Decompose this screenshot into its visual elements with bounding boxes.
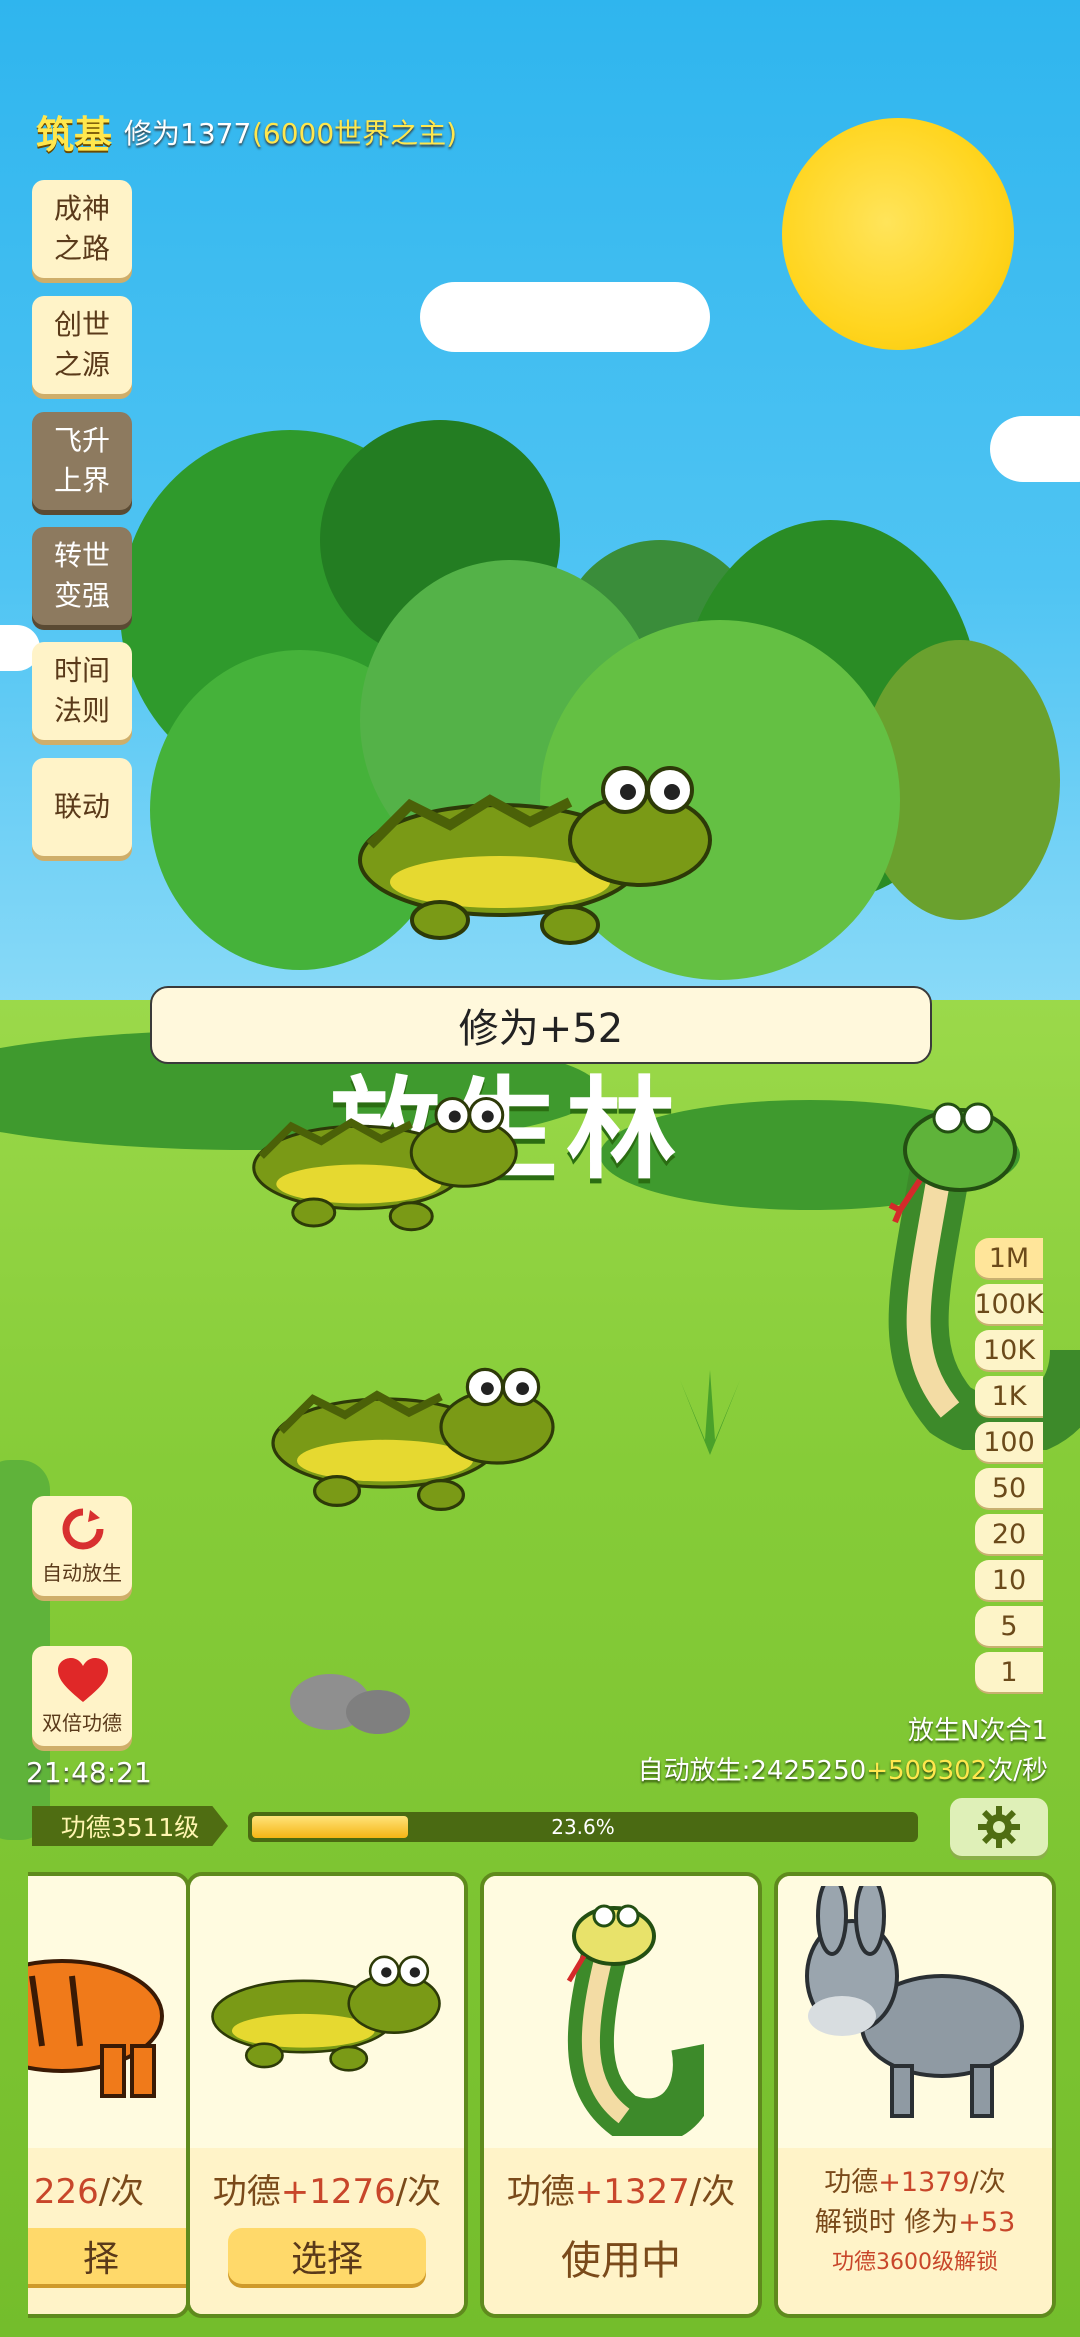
settings-button[interactable] <box>950 1798 1048 1856</box>
multiplier-button[interactable]: 1M <box>975 1238 1043 1278</box>
card-image <box>484 1876 758 2146</box>
menu-button[interactable]: 时间 法则 <box>32 642 132 740</box>
card-merit: 功德+1276/次 <box>190 2164 464 2213</box>
card-image <box>28 1876 186 2146</box>
auto-release-label: 自动放生 <box>42 1561 122 1585</box>
unlock-requirement: 功德3600级解锁 <box>832 2250 998 2275</box>
crocodile[interactable] <box>350 750 720 950</box>
auto-release-suffix: 次/秒 <box>987 1756 1048 1786</box>
animal-card-strip: 226/次 择 功德+1276/次 选择 功德+1327/次 使用中 功德+13… <box>28 1860 1080 2337</box>
menu-button[interactable]: 转世 变强 <box>32 527 132 625</box>
double-merit-label: 双倍功德 <box>42 1711 122 1735</box>
release-mode: 放生N次合1 <box>908 1716 1048 1746</box>
card-footer: 功德+1327/次 使用中 <box>484 2148 758 2314</box>
sun <box>782 118 1014 350</box>
multiplier-button[interactable]: 10 <box>975 1560 1043 1600</box>
snake[interactable] <box>860 1090 1080 1450</box>
cloud <box>420 282 710 352</box>
multiplier-button[interactable]: 10K <box>975 1330 1043 1370</box>
merit-suffix: /次 <box>689 2172 736 2212</box>
card-footer: 功德+1276/次 选择 <box>190 2148 464 2314</box>
merit-prefix: 功德 <box>824 2167 879 2198</box>
auto-release-bonus: +509302 <box>866 1756 988 1786</box>
multiplier-button[interactable]: 20 <box>975 1514 1043 1554</box>
multiplier-button[interactable]: 100 <box>975 1422 1043 1462</box>
card-merit: 功德+1379/次 <box>778 2160 1052 2199</box>
card-merit: 226/次 <box>28 2164 186 2213</box>
menu-button[interactable]: 成神 之路 <box>32 180 132 278</box>
multiplier-button[interactable]: 50 <box>975 1468 1043 1508</box>
animal-card-tiger[interactable]: 226/次 择 <box>28 1872 190 2318</box>
card-image <box>778 1876 1052 2146</box>
realm-label: 筑基 <box>36 113 113 157</box>
select-button[interactable]: 选择 <box>228 2228 426 2284</box>
snake-illustration <box>566 1904 704 2136</box>
merit-prefix: 功德 <box>212 2172 281 2212</box>
merit-value: +1276 <box>280 2172 396 2212</box>
multiplier-button[interactable]: 100K <box>974 1284 1044 1324</box>
auto-release-button[interactable]: 自动放生 <box>32 1496 132 1596</box>
merit-suffix: /次 <box>395 2172 442 2212</box>
grass-tuft <box>680 1370 740 1455</box>
merit-level: 功德3511级 <box>32 1806 228 1846</box>
clock: 21:48:21 <box>26 1756 152 1789</box>
double-merit-button[interactable]: 双倍功德 <box>32 1646 132 1746</box>
merit-progress-text: 23.6% <box>551 1815 615 1839</box>
cultivation-toast: 修为+52 <box>150 986 932 1064</box>
multiplier-button[interactable]: 1 <box>975 1652 1043 1692</box>
unlock-value: +53 <box>958 2207 1016 2238</box>
in-use-status: 使用中 <box>561 2238 681 2284</box>
auto-release-base: 2425250 <box>750 1756 867 1786</box>
menu-button[interactable]: 创世 之源 <box>32 296 132 394</box>
animal-card-crocodile[interactable]: 功德+1276/次 选择 <box>186 1872 468 2318</box>
heart-icon <box>58 1658 108 1702</box>
tiger-illustration <box>28 1959 164 2098</box>
merit-progress-bar: 23.6% <box>248 1812 918 1842</box>
auto-release-rate: 自动放生:2425250+509302次/秒 <box>638 1750 1048 1787</box>
merit-suffix: /次 <box>969 2167 1006 2198</box>
unlock-prefix: 解锁时 修为 <box>814 2207 959 2238</box>
cultivation-note: (6000世界之主) <box>252 117 458 150</box>
cloud <box>990 416 1080 482</box>
card-footer: 功德+1379/次 解锁时 修为+53 功德3600级解锁 <box>778 2148 1052 2314</box>
crocodile[interactable] <box>258 1355 568 1515</box>
crocodile-illustration <box>211 1955 441 2072</box>
crocodile[interactable] <box>235 1085 535 1235</box>
select-button[interactable]: 择 <box>28 2228 186 2284</box>
merit-suffix: /次 <box>98 2172 145 2212</box>
merit-value: +1327 <box>574 2172 690 2212</box>
card-image <box>190 1876 464 2146</box>
menu-button[interactable]: 飞升 上界 <box>32 412 132 510</box>
cultivation-value: 修为1377 <box>124 117 252 150</box>
animal-card-snake[interactable]: 功德+1327/次 使用中 <box>480 1872 762 2318</box>
rock <box>346 1690 410 1734</box>
menu-button[interactable]: 联动 <box>32 758 132 856</box>
auto-release-prefix: 自动放生: <box>637 1756 751 1786</box>
card-footer: 226/次 择 <box>28 2148 186 2314</box>
card-merit: 功德+1327/次 <box>484 2164 758 2213</box>
donkey-illustration <box>805 1886 1024 2118</box>
refresh-icon <box>62 1508 104 1550</box>
multiplier-button[interactable]: 1K <box>975 1376 1043 1416</box>
multiplier-button[interactable]: 5 <box>975 1606 1043 1646</box>
merit-value: +1379 <box>878 2167 970 2198</box>
merit-value: 226 <box>33 2172 99 2212</box>
animal-card-donkey[interactable]: 功德+1379/次 解锁时 修为+53 功德3600级解锁 <box>774 1872 1056 2318</box>
unlock-bonus: 解锁时 修为+53 <box>778 2200 1052 2239</box>
merit-prefix: 功德 <box>506 2172 575 2212</box>
gear-icon <box>978 1806 1020 1848</box>
